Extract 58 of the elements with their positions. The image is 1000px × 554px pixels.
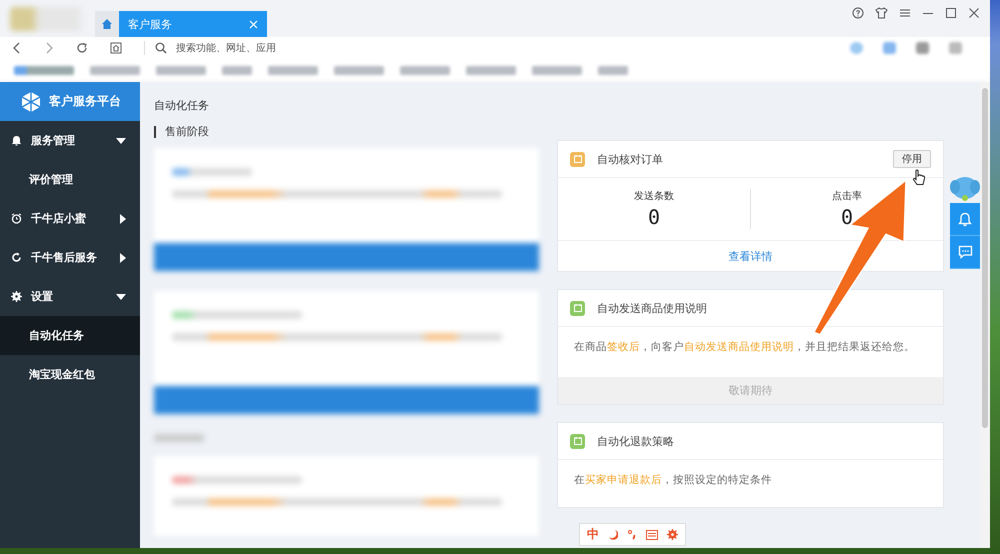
blurred-heading: [154, 434, 204, 442]
refresh-icon[interactable]: [76, 42, 88, 54]
punctuation-icon[interactable]: [627, 529, 637, 540]
caret-down-icon: [116, 294, 126, 300]
caret-right-icon: [120, 214, 126, 224]
menu-item[interactable]: 设置: [0, 277, 140, 316]
help-icon[interactable]: [852, 7, 864, 19]
card-title: 自动发送商品使用说明: [597, 300, 708, 316]
breadcrumb: 自动化任务: [154, 98, 210, 113]
submenu-item[interactable]: 评价管理: [0, 160, 140, 199]
bell-icon: [11, 135, 22, 146]
stat-label: 点击率: [832, 190, 862, 203]
alarm-clock-icon: [11, 213, 22, 224]
submenu-item[interactable]: 淘宝现金红包: [0, 355, 140, 394]
stat-label: 发送条数: [634, 190, 674, 203]
chat-icon: [958, 245, 972, 259]
elephant-mascot-icon[interactable]: [950, 175, 980, 203]
gear-icon[interactable]: [667, 529, 678, 540]
app-title: 客户服务平台: [49, 93, 121, 110]
menu-icon[interactable]: [899, 7, 911, 19]
bell-icon: [958, 212, 972, 226]
scrollbar-thumb[interactable]: [982, 88, 988, 428]
card-description: 在商品签收后，向客户自动发送商品使用说明，并且把结果返还给您。: [574, 340, 916, 355]
search-icon: [155, 42, 167, 54]
blurred-icon: [850, 42, 863, 54]
forward-icon[interactable]: [44, 42, 54, 54]
menu-item[interactable]: 千牛店小蜜: [0, 199, 140, 238]
back-icon[interactable]: [12, 42, 22, 54]
card-title: 自动化退款策略: [597, 434, 676, 448]
keyboard-icon[interactable]: [646, 530, 658, 540]
menu-item[interactable]: 服务管理: [0, 121, 140, 160]
moon-icon[interactable]: [608, 529, 618, 540]
blurred-icon: [949, 42, 962, 54]
disable-button[interactable]: 停用: [893, 150, 931, 168]
gear-icon: [11, 291, 22, 302]
chat-button[interactable]: [950, 236, 980, 269]
home-tab[interactable]: [95, 11, 119, 37]
blurred-icon: [916, 42, 929, 54]
details-link[interactable]: 查看详情: [728, 248, 773, 264]
home-page-icon[interactable]: [110, 42, 122, 54]
blurred-icon: [883, 42, 896, 54]
shirt-icon[interactable]: [875, 7, 888, 19]
card-description: 在买家申请退款后，按照设定的特定条件: [574, 473, 774, 488]
cycle-icon: [11, 252, 22, 263]
menu-item[interactable]: 千牛售后服务: [0, 238, 140, 277]
logo-icon: [20, 90, 42, 112]
submenu-item[interactable]: 自动化任务: [0, 316, 140, 355]
stat-value: 0: [840, 205, 854, 229]
maximize-icon[interactable]: [945, 7, 957, 19]
input-language[interactable]: 中: [587, 526, 599, 543]
notification-button[interactable]: [950, 203, 980, 236]
caret-down-icon: [116, 138, 126, 144]
hand-cursor-icon: [912, 169, 926, 186]
home-icon: [101, 18, 113, 30]
caret-right-icon: [120, 252, 126, 262]
card-title: 自动核对订单: [597, 152, 664, 166]
close-icon[interactable]: [968, 7, 980, 19]
stat-value: 0: [648, 205, 660, 229]
